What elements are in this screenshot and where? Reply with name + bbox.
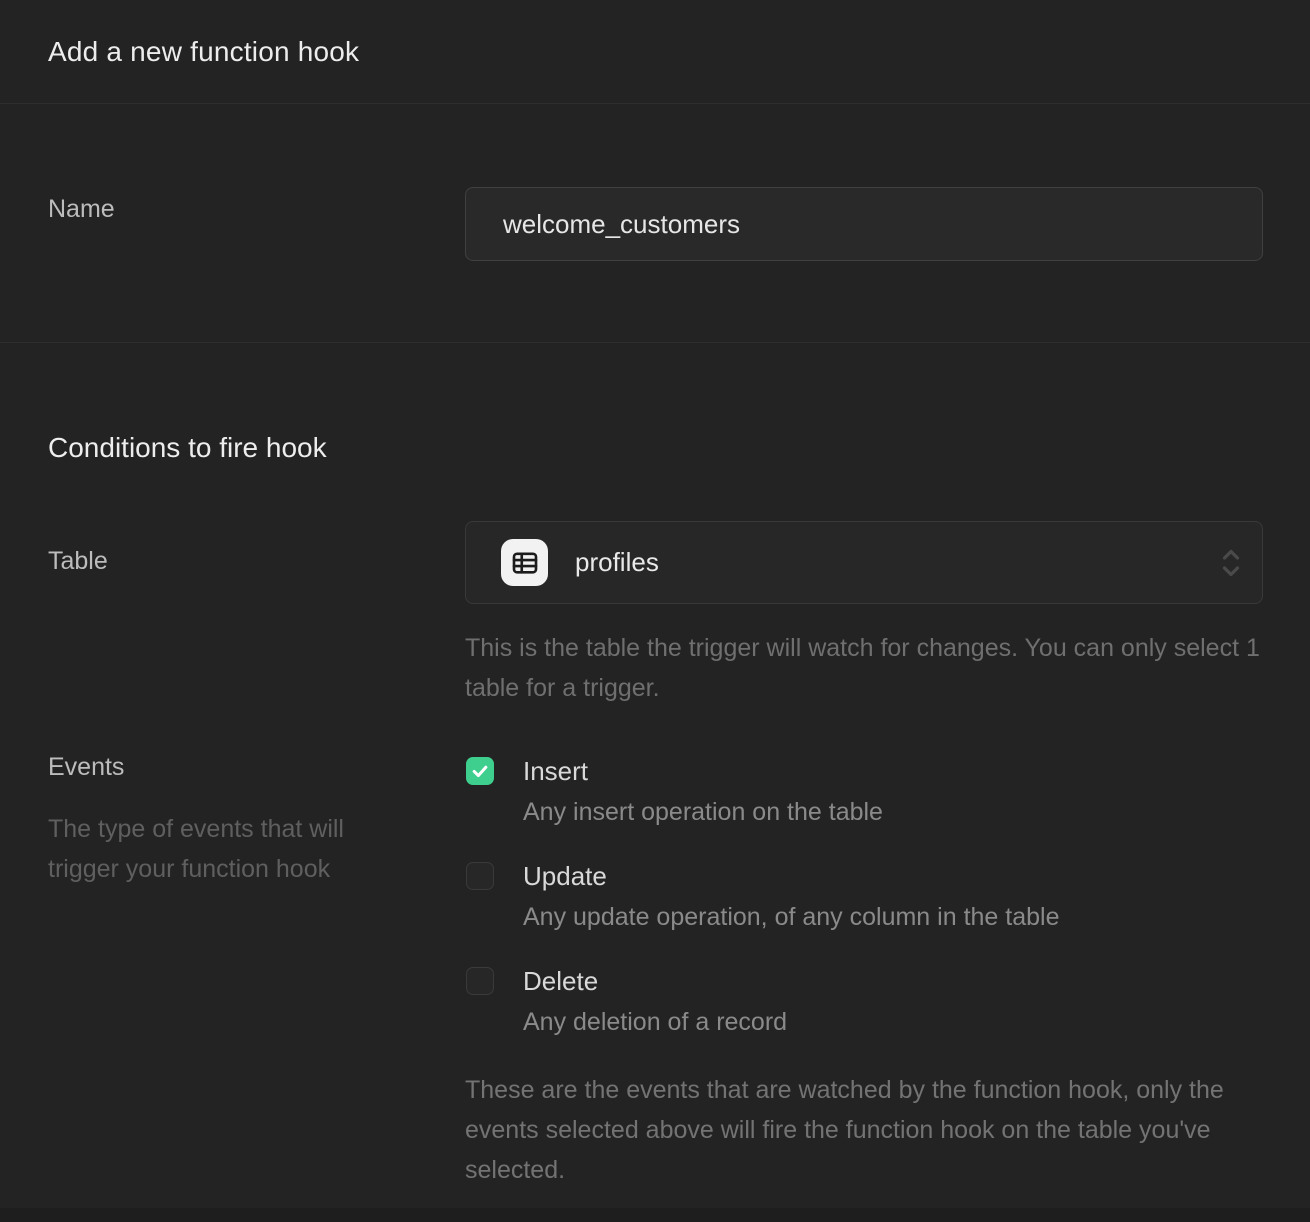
panel-header: Add a new function hook [0,0,1310,104]
update-option-label[interactable]: Update [523,860,1059,893]
footer-strip [0,1208,1310,1222]
update-option-description: Any update operation, of any column in t… [523,902,1059,933]
name-input[interactable] [465,187,1263,261]
events-description: The type of events that will trigger you… [48,809,398,889]
checkmark-icon [470,761,490,781]
up-down-chevron-icon [1220,545,1242,581]
table-row: Table profiles [48,521,1263,708]
insert-option-label[interactable]: Insert [523,755,883,788]
conditions-heading: Conditions to fire hook [48,431,1263,464]
name-section: Name [0,104,1310,343]
delete-checkbox[interactable] [466,967,494,995]
delete-option-description: Any deletion of a record [523,1007,787,1038]
update-checkbox[interactable] [466,862,494,890]
table-label: Table [48,547,465,576]
event-option-insert: Insert Any insert operation on the table [465,755,1263,828]
event-option-delete: Delete Any deletion of a record [465,965,1263,1038]
events-helper-text: These are the events that are watched by… [465,1070,1255,1190]
event-option-update: Update Any update operation, of any colu… [465,860,1263,933]
conditions-section: Conditions to fire hook Table profiles [0,343,1310,1190]
insert-checkbox[interactable] [466,757,494,785]
events-label: Events [48,753,465,782]
table-select-value: profiles [575,547,659,578]
events-options: Insert Any insert operation on the table… [465,755,1263,1190]
name-label: Name [48,195,465,224]
events-row: Events The type of events that will trig… [48,755,1263,1190]
table-select[interactable]: profiles [465,521,1263,604]
insert-option-description: Any insert operation on the table [523,797,883,828]
delete-option-label[interactable]: Delete [523,965,787,998]
add-function-hook-panel: Add a new function hook Name Conditions … [0,0,1310,1222]
panel-title: Add a new function hook [48,36,359,68]
events-left-column: Events The type of events that will trig… [48,755,465,889]
table-helper-text: This is the table the trigger will watch… [465,628,1263,708]
table-grid-icon [501,539,548,586]
